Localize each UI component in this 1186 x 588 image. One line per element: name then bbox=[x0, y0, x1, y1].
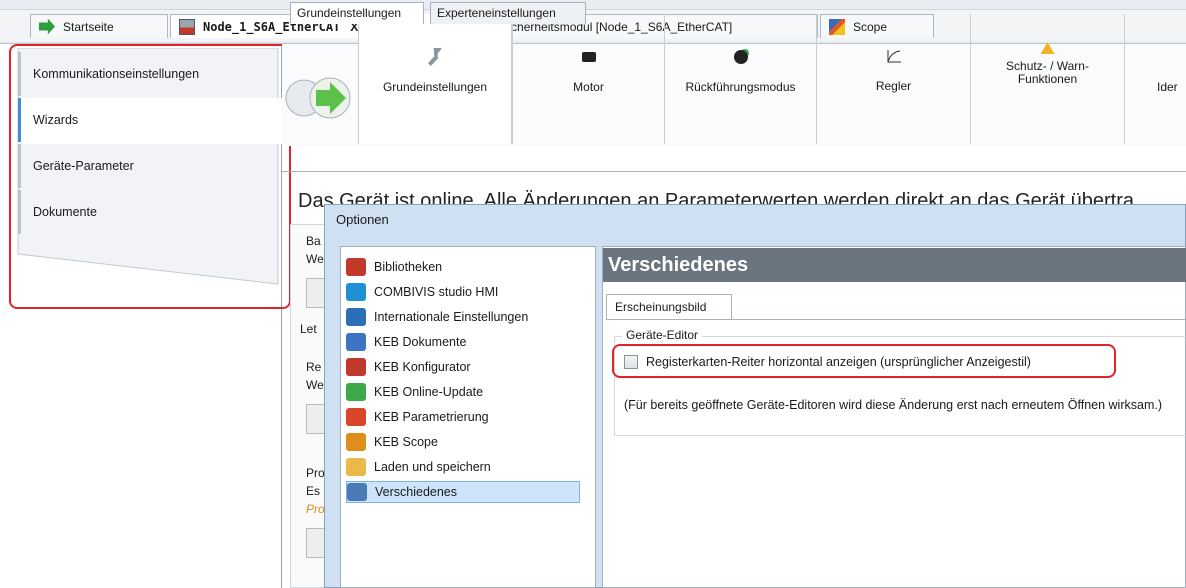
bg-fragment: Re bbox=[306, 360, 322, 374]
list-icon bbox=[347, 483, 367, 501]
keb-config-icon bbox=[346, 358, 366, 376]
encoder-icon bbox=[733, 50, 748, 64]
bg-button[interactable] bbox=[306, 528, 326, 558]
toolbar-ider[interactable]: Ider bbox=[1124, 14, 1186, 144]
highlight-box bbox=[9, 44, 291, 309]
tree-item-label: KEB Parametrierung bbox=[374, 410, 489, 424]
tree-item-keb-dokumente[interactable]: KEB Dokumente bbox=[346, 331, 466, 353]
bg-fragment: Let bbox=[300, 322, 317, 336]
bg-fragment: Pro bbox=[306, 466, 325, 480]
tree-item-label: COMBIVIS studio HMI bbox=[374, 285, 499, 299]
tree-item-label: Laden und speichern bbox=[374, 460, 491, 474]
tab-erscheinungsbild[interactable]: Erscheinungsbild bbox=[606, 294, 732, 320]
hmi-icon bbox=[346, 283, 366, 301]
inner-tab-bar bbox=[282, 148, 1186, 172]
tab-label: Experteneinstellungen bbox=[437, 6, 556, 20]
toolbar-label: Motor bbox=[573, 80, 604, 94]
tab-grundeinstellungen[interactable]: Grundeinstellungen bbox=[290, 2, 424, 24]
tab-label: Grundeinstellungen bbox=[297, 6, 402, 20]
tab-label: Erscheinungsbild bbox=[615, 300, 707, 314]
highlight-box bbox=[612, 344, 1116, 378]
bg-fragment: Ba bbox=[306, 234, 321, 248]
keb-device-icon bbox=[179, 18, 195, 35]
folder-icon bbox=[346, 458, 366, 476]
tree-item-keb-online-update[interactable]: KEB Online-Update bbox=[346, 381, 483, 403]
bg-fragment: We bbox=[306, 252, 324, 266]
scope-icon bbox=[346, 433, 366, 451]
tree-item-label: Verschiedenes bbox=[375, 485, 458, 499]
dialog-title: Optionen bbox=[336, 212, 389, 227]
toolbar-motor[interactable]: Motor bbox=[512, 14, 664, 144]
warning-icon bbox=[1040, 42, 1055, 54]
tree-item-label: KEB Konfigurator bbox=[374, 360, 471, 374]
toolbar-label: Schutz- / Warn- Funktionen bbox=[1006, 59, 1089, 86]
bg-fragment: Es bbox=[306, 484, 321, 498]
book-icon bbox=[346, 333, 366, 351]
nav-arrows[interactable] bbox=[284, 76, 356, 120]
books-icon bbox=[346, 258, 366, 276]
tree-item-label: KEB Online-Update bbox=[374, 385, 484, 399]
curve-icon bbox=[887, 50, 901, 63]
tree-item-combivis-studio-hmi[interactable]: COMBIVIS studio HMI bbox=[346, 281, 498, 303]
tree-item-keb-konfigurator[interactable]: KEB Konfigurator bbox=[346, 356, 471, 378]
tree-item-label: KEB Scope bbox=[374, 435, 438, 449]
tab-label: Startseite bbox=[63, 19, 114, 34]
toolbar-grundeinstellungen[interactable]: Grundeinstellungen bbox=[358, 14, 512, 144]
param-icon bbox=[346, 408, 366, 426]
tree-item-label: Bibliotheken bbox=[374, 260, 443, 274]
tab-startseite[interactable]: Startseite bbox=[30, 14, 168, 38]
section-heading: Verschiedenes bbox=[603, 248, 1186, 282]
bg-fragment: We bbox=[306, 378, 324, 392]
toolbar-rueckfuehrung[interactable]: Rückführungsmodus bbox=[664, 14, 816, 144]
toolbar-schutz[interactable]: Schutz- / Warn- Funktionen bbox=[970, 14, 1124, 144]
toolbar-regler[interactable]: Regler bbox=[816, 14, 970, 144]
tree-item-bibliotheken[interactable]: Bibliotheken bbox=[346, 256, 442, 278]
toolbar-label: Grundeinstellungen bbox=[382, 80, 488, 94]
group-title: Geräte-Editor bbox=[622, 328, 703, 342]
tree-item-verschiedenes[interactable]: Verschiedenes bbox=[346, 481, 580, 503]
toolbar-label: Regler bbox=[875, 79, 912, 93]
wrench-icon bbox=[428, 48, 442, 66]
green-arrow-icon bbox=[39, 18, 55, 35]
bg-button[interactable] bbox=[306, 278, 326, 308]
toolbar-label: Ider bbox=[1157, 80, 1178, 94]
tab-experteneinstellungen[interactable]: Experteneinstellungen bbox=[430, 2, 586, 24]
motor-icon bbox=[581, 52, 596, 62]
tab-divider bbox=[606, 319, 1186, 320]
globe-icon bbox=[346, 308, 366, 326]
tree-item-laden-und-speichern[interactable]: Laden und speichern bbox=[346, 456, 491, 478]
tree-item-label: KEB Dokumente bbox=[374, 335, 467, 349]
tree-item-keb-scope[interactable]: KEB Scope bbox=[346, 431, 438, 453]
tree-item-label: Internationale Einstellungen bbox=[374, 310, 529, 324]
tree-item-internationale-einstellungen[interactable]: Internationale Einstellungen bbox=[346, 306, 528, 328]
bg-button[interactable] bbox=[306, 404, 326, 434]
toolbar-label: Rückführungsmodus bbox=[685, 80, 796, 94]
bg-fragment: Pro bbox=[306, 502, 325, 516]
tree-item-keb-parametrierung[interactable]: KEB Parametrierung bbox=[346, 406, 489, 428]
update-icon bbox=[346, 383, 366, 401]
info-note: (Für bereits geöffnete Geräte-Editoren w… bbox=[624, 398, 1163, 412]
